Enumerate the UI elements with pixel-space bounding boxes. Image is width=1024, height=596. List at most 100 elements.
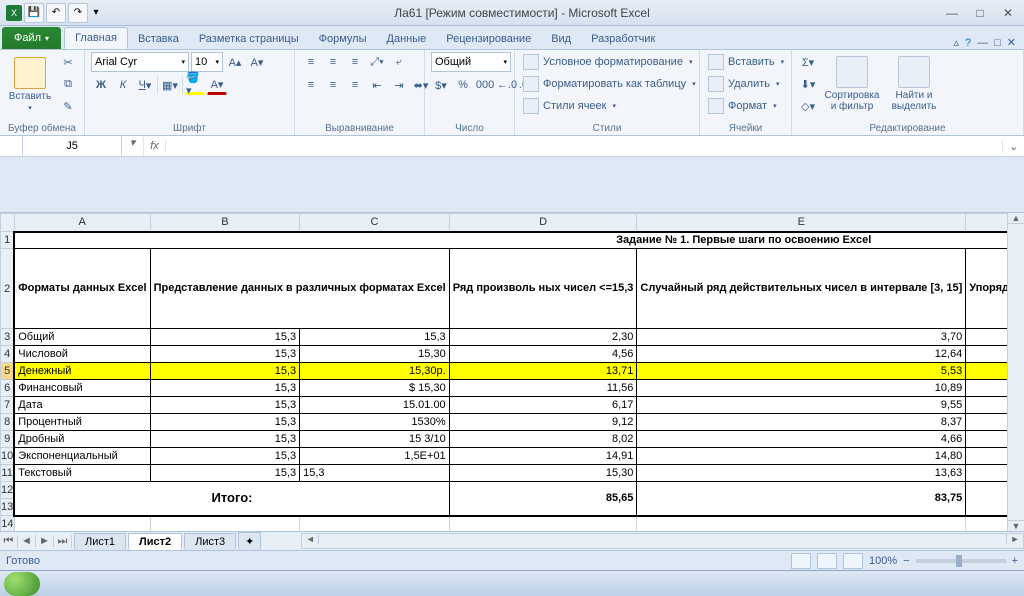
- zoom-level[interactable]: 100%: [869, 555, 897, 567]
- sort-filter-button[interactable]: Сортировка и фильтр: [822, 52, 882, 116]
- cell[interactable]: $ 15,30: [300, 380, 450, 397]
- vertical-scrollbar[interactable]: [1007, 213, 1024, 531]
- align-middle-icon[interactable]: ≡: [323, 52, 343, 72]
- column-header[interactable]: D: [449, 214, 637, 232]
- column-header[interactable]: E: [637, 214, 966, 232]
- doc-restore-icon[interactable]: □: [994, 37, 1001, 49]
- row-header[interactable]: 14: [1, 516, 15, 532]
- first-sheet-icon[interactable]: ⏮: [0, 535, 18, 548]
- row-header[interactable]: 10: [1, 448, 15, 465]
- row-header[interactable]: 11: [1, 465, 15, 482]
- zoom-in-icon[interactable]: +: [1012, 555, 1018, 567]
- font-name-combo[interactable]: Arial Cyr▾: [91, 52, 189, 72]
- cell[interactable]: Форматы данных Excel: [14, 249, 150, 329]
- cell[interactable]: [14, 516, 150, 532]
- conditional-formatting-button[interactable]: Условное форматирование▾: [521, 52, 694, 72]
- cell[interactable]: 85,65: [449, 482, 637, 516]
- tab-data[interactable]: Данные: [377, 29, 437, 49]
- cell[interactable]: 10,50: [966, 414, 1007, 431]
- start-button-icon[interactable]: [4, 572, 40, 596]
- align-bottom-icon[interactable]: ≡: [345, 52, 365, 72]
- select-all-corner[interactable]: [1, 214, 15, 232]
- row-header[interactable]: 3: [1, 329, 15, 346]
- cell[interactable]: Дробный: [14, 431, 150, 448]
- tab-insert[interactable]: Вставка: [128, 29, 189, 49]
- doc-minimize-icon[interactable]: —: [977, 37, 988, 49]
- column-header[interactable]: F: [966, 214, 1007, 232]
- cell[interactable]: 9,12: [449, 414, 637, 431]
- cell[interactable]: 8,37: [637, 414, 966, 431]
- new-sheet-icon[interactable]: ✦: [238, 532, 261, 550]
- cell[interactable]: 9,55: [637, 397, 966, 414]
- cell[interactable]: 15,30р.: [300, 363, 450, 380]
- delete-cells-button[interactable]: Удалить▾: [706, 74, 782, 94]
- copy-icon[interactable]: ⧉: [58, 74, 78, 94]
- horizontal-scrollbar[interactable]: [301, 533, 1024, 549]
- cell[interactable]: Числовой: [14, 346, 150, 363]
- zoom-slider[interactable]: [916, 559, 1006, 563]
- align-top-icon[interactable]: ≡: [301, 52, 321, 72]
- tab-view[interactable]: Вид: [541, 29, 581, 49]
- bold-icon[interactable]: Ж: [91, 75, 111, 95]
- help-icon[interactable]: ?: [965, 37, 971, 49]
- worksheet-area[interactable]: A B C D E F G H I J K L 1 Задание № 1. П…: [0, 213, 1024, 531]
- sheet-tab[interactable]: Лист2: [128, 533, 182, 550]
- format-cells-button[interactable]: Формат▾: [706, 96, 779, 116]
- cell[interactable]: 4,56: [449, 346, 637, 363]
- row-header[interactable]: 6: [1, 380, 15, 397]
- spreadsheet-grid[interactable]: A B C D E F G H I J K L 1 Задание № 1. П…: [0, 213, 1007, 531]
- column-header[interactable]: C: [300, 214, 450, 232]
- row-header[interactable]: 7: [1, 397, 15, 414]
- close-icon[interactable]: ✕: [998, 5, 1018, 21]
- prev-sheet-icon[interactable]: ◄: [18, 535, 36, 547]
- fill-icon[interactable]: ⬇▾: [798, 74, 818, 94]
- maximize-icon[interactable]: □: [970, 5, 990, 21]
- cell[interactable]: Ряд произволь ных чисел <=15,3: [449, 249, 637, 329]
- cell[interactable]: 15,3: [150, 448, 300, 465]
- cell[interactable]: 7,50: [966, 380, 1007, 397]
- page-break-view-icon[interactable]: [843, 553, 863, 569]
- cell[interactable]: 15,3: [300, 465, 450, 482]
- file-tab[interactable]: Файл: [2, 27, 61, 49]
- cell[interactable]: 81,00: [966, 482, 1007, 516]
- column-header[interactable]: B: [150, 214, 300, 232]
- fx-icon[interactable]: fx: [144, 140, 166, 152]
- cell[interactable]: 8,02: [449, 431, 637, 448]
- cell[interactable]: 6,17: [449, 397, 637, 414]
- cell[interactable]: 4,66: [637, 431, 966, 448]
- tab-home[interactable]: Главная: [64, 27, 128, 49]
- cell[interactable]: 14,80: [637, 448, 966, 465]
- insert-cells-button[interactable]: Вставить▾: [706, 52, 786, 72]
- align-right-icon[interactable]: ≡: [345, 75, 365, 95]
- cell[interactable]: 15.01.00: [300, 397, 450, 414]
- fill-color-icon[interactable]: 🪣▾: [185, 75, 205, 95]
- underline-icon[interactable]: Ч▾: [135, 75, 155, 95]
- orientation-icon[interactable]: ⤢▾: [367, 52, 387, 72]
- cell[interactable]: [449, 516, 637, 532]
- normal-view-icon[interactable]: [791, 553, 811, 569]
- undo-icon[interactable]: ↶: [46, 3, 66, 23]
- cell[interactable]: 6,00: [966, 363, 1007, 380]
- cell[interactable]: Упорядоченный ряд чисел в интервале [3,1…: [966, 249, 1007, 329]
- cut-icon[interactable]: ✂: [58, 52, 78, 72]
- increase-indent-icon[interactable]: ⇥: [389, 75, 409, 95]
- zoom-out-icon[interactable]: −: [903, 555, 909, 567]
- cell[interactable]: 2,30: [449, 329, 637, 346]
- tab-pagelayout[interactable]: Разметка страницы: [189, 29, 309, 49]
- cell[interactable]: 1530%: [300, 414, 450, 431]
- increase-decimal-icon[interactable]: ←.0: [497, 75, 517, 95]
- decrease-indent-icon[interactable]: ⇤: [367, 75, 387, 95]
- align-center-icon[interactable]: ≡: [323, 75, 343, 95]
- name-box[interactable]: J5: [22, 136, 122, 156]
- comma-icon[interactable]: 000: [475, 75, 495, 95]
- cell[interactable]: Дата: [14, 397, 150, 414]
- cell[interactable]: 12,64: [637, 346, 966, 363]
- qat-customize-icon[interactable]: ▾: [90, 3, 102, 23]
- cell[interactable]: 4,50: [966, 346, 1007, 363]
- row-header[interactable]: 12: [1, 482, 15, 499]
- cell[interactable]: 15,3: [150, 346, 300, 363]
- cell[interactable]: 15,30: [449, 465, 637, 482]
- number-format-combo[interactable]: Общий▾: [431, 52, 511, 72]
- cell[interactable]: 13,50: [966, 448, 1007, 465]
- italic-icon[interactable]: К: [113, 75, 133, 95]
